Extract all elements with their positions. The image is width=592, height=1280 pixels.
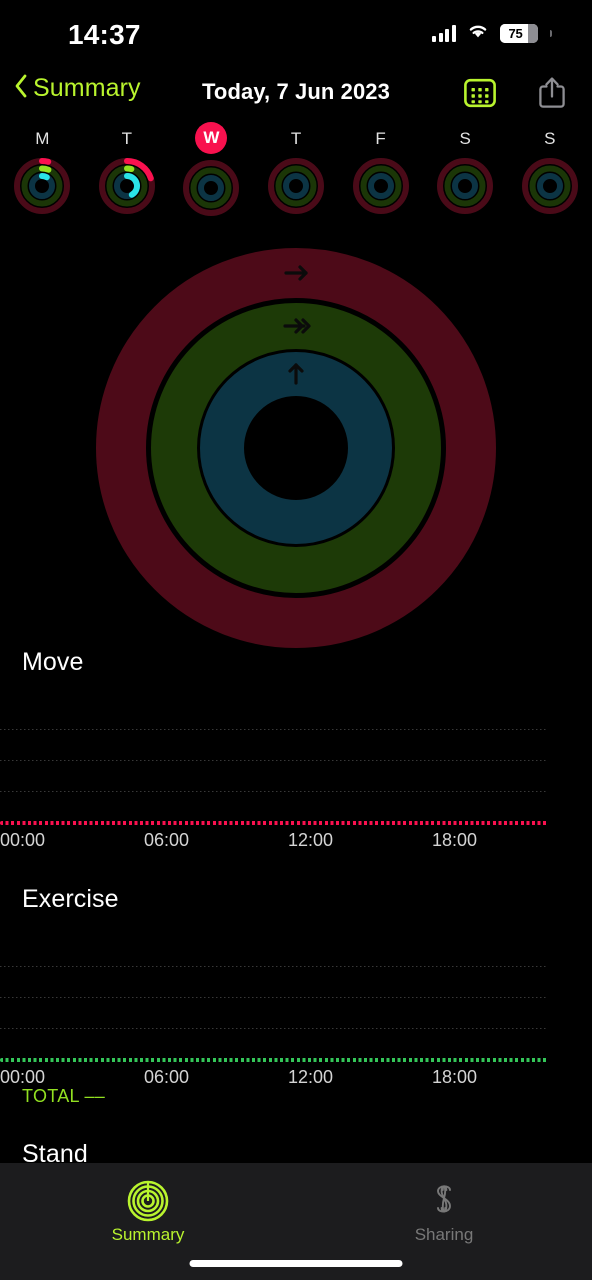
activity-rings-icon xyxy=(127,1180,169,1222)
week-day-6[interactable]: S xyxy=(507,126,592,226)
status-bar-indicators: 75 xyxy=(432,22,552,44)
week-day-label: S xyxy=(459,129,471,148)
ring-track-stand xyxy=(200,352,392,544)
axis-tick-label: 12:00 xyxy=(288,830,334,850)
chart-baseline-1 xyxy=(0,1058,548,1062)
share-icon[interactable] xyxy=(538,76,566,114)
week-day-0[interactable]: M xyxy=(0,126,85,226)
axis-tick-label: 06:00 xyxy=(144,1067,190,1087)
status-bar: 14:37 75 xyxy=(0,0,592,62)
chart-gridline-0-0 xyxy=(0,729,548,730)
week-day-rings-0 xyxy=(14,158,71,214)
week-day-label: T xyxy=(290,129,302,148)
status-bar-clock: 14:37 xyxy=(68,19,141,50)
week-day-3[interactable]: T xyxy=(254,126,339,226)
chart-total-label-1: TOTAL –– xyxy=(22,1086,106,1106)
axis-tick-label: 12:00 xyxy=(288,1067,334,1087)
tab-label-sharing: Sharing xyxy=(414,1225,474,1244)
battery-indicator: 75 xyxy=(499,23,538,43)
week-day-4[interactable]: F xyxy=(338,126,423,226)
chart-baseline-0 xyxy=(0,821,548,825)
app-screen: 14:37 75 Summary Today, 7 Jun 2023 M T W… xyxy=(0,0,592,1280)
navigation-actions xyxy=(464,76,566,114)
cellular-bars-icon xyxy=(432,24,456,42)
week-day-label: M xyxy=(35,129,50,148)
chart-gridline-1-2 xyxy=(0,1028,548,1029)
week-day-rings-4 xyxy=(352,158,409,214)
battery-level-text: 75 xyxy=(508,25,523,41)
week-day-1[interactable]: T xyxy=(85,126,170,226)
chart-gridline-0-1 xyxy=(0,760,548,761)
week-day-rings-2 xyxy=(183,160,240,216)
axis-tick-label: 00:00 xyxy=(0,1067,46,1087)
chart-title-exercise: Exercise xyxy=(22,885,119,913)
sharing-s-icon xyxy=(437,1185,451,1213)
chart-gridline-1-0 xyxy=(0,966,548,967)
week-day-label-today: W xyxy=(195,122,228,154)
battery-nub-icon xyxy=(550,29,552,37)
navigation-bar: Summary Today, 7 Jun 2023 xyxy=(0,62,592,122)
axis-tick-label: 18:00 xyxy=(432,1067,478,1087)
chart-gridline-1-1 xyxy=(0,997,548,998)
chart-title-move: Move xyxy=(22,648,84,676)
week-day-5[interactable]: S xyxy=(423,126,508,226)
week-day-rings-6 xyxy=(521,158,578,214)
wifi-icon xyxy=(467,22,489,44)
week-day-label: F xyxy=(375,129,386,148)
calendar-icon[interactable] xyxy=(464,78,496,113)
chart-gridline-0-2 xyxy=(0,791,548,792)
activity-rings[interactable] xyxy=(96,248,496,648)
chart-axis-0: 00:00 06:00 12:00 18:00 xyxy=(0,830,548,854)
axis-tick-label: 00:00 xyxy=(0,830,46,850)
tab-label-summary: Summary xyxy=(111,1225,185,1244)
week-day-rings-3 xyxy=(268,158,325,214)
week-day-label: S xyxy=(544,129,556,148)
week-day-rings-5 xyxy=(437,158,494,214)
axis-tick-label: 06:00 xyxy=(144,830,190,850)
week-day-2[interactable]: W xyxy=(169,122,254,226)
axis-tick-label: 18:00 xyxy=(432,830,478,850)
week-day-selector: MTWTFSS xyxy=(0,122,592,226)
week-day-label: T xyxy=(121,129,133,148)
week-day-rings-1 xyxy=(98,158,155,214)
home-indicator xyxy=(189,1260,403,1267)
